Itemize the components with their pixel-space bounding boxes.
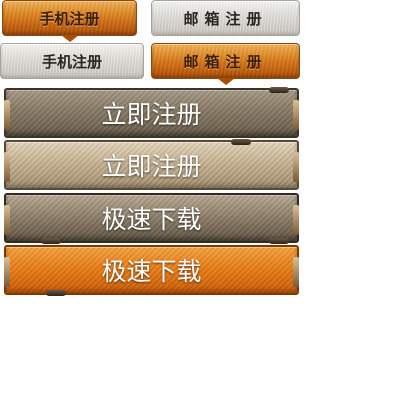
register-now-label: 立即注册 (101, 152, 202, 181)
button-end-cap (293, 205, 299, 235)
button-end-cap (293, 257, 299, 287)
button-end-cap (4, 100, 10, 130)
rivet-decoration (46, 290, 66, 296)
rivet-decoration (269, 238, 289, 244)
tab-phone-register-label: 手机注册 (39, 9, 100, 28)
fast-download-label: 极速下载 (101, 257, 202, 286)
fast-download-button[interactable]: 极速下载 (4, 193, 299, 244)
button-end-cap (4, 257, 10, 287)
tab-active-pointer (60, 35, 79, 42)
tab-email-register-label: 邮箱注册 (183, 52, 268, 71)
button-end-cap (293, 100, 299, 130)
tab-email-register-active[interactable]: 邮箱注册 (151, 43, 300, 85)
tab-email-register-label: 邮箱注册 (183, 9, 268, 28)
fast-download-button-hover[interactable]: 极速下载 (4, 245, 299, 296)
tab-active-pointer (216, 78, 235, 85)
tab-email-register[interactable]: 邮箱注册 (151, 0, 300, 36)
rivet-decoration (231, 139, 251, 145)
tab-phone-register-label: 手机注册 (41, 52, 102, 71)
register-now-button[interactable]: 立即注册 (4, 87, 299, 138)
register-now-label: 立即注册 (101, 100, 202, 129)
button-end-cap (4, 205, 10, 235)
rivet-decoration (41, 238, 61, 244)
rivet-decoration (269, 87, 289, 93)
button-end-cap (293, 152, 299, 182)
button-end-cap (4, 152, 10, 182)
tab-phone-register-active[interactable]: 手机注册 (2, 0, 137, 42)
fast-download-label: 极速下载 (101, 205, 202, 234)
register-now-button-hover[interactable]: 立即注册 (4, 139, 299, 190)
tab-phone-register[interactable]: 手机注册 (0, 43, 144, 79)
